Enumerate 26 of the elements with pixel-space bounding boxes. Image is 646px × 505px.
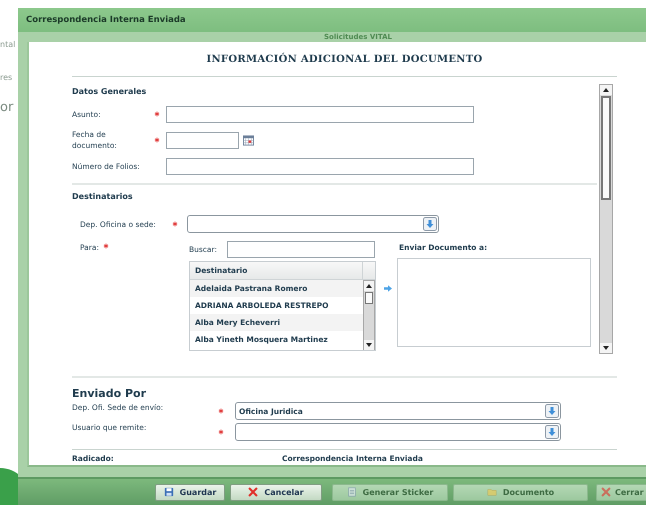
toolbar-button[interactable]: Guardar xyxy=(155,484,225,500)
text-field[interactable] xyxy=(166,158,474,174)
document-icon xyxy=(346,487,357,497)
section-heading: Destinatarios xyxy=(72,191,134,203)
search-field[interactable] xyxy=(227,240,375,258)
background-text: ntal xyxy=(0,40,16,49)
close-icon xyxy=(601,487,611,497)
background-text: or xyxy=(0,100,14,115)
scrollbar[interactable] xyxy=(363,280,375,350)
date-field[interactable] xyxy=(166,132,239,148)
right-arrow-icon[interactable] xyxy=(384,285,392,292)
selected-recipients-list[interactable] xyxy=(397,258,591,347)
section-heading: Datos Generales xyxy=(72,86,148,98)
floppy-icon xyxy=(164,487,174,497)
dialog-title: INFORMACIÓN ADICIONAL DEL DOCUMENTO xyxy=(206,52,484,66)
calendar-icon[interactable] xyxy=(243,134,254,146)
office-dropdown[interactable] xyxy=(187,215,439,233)
background-text: res xyxy=(0,73,12,82)
window-title: Correspondencia Interna Enviada xyxy=(26,15,186,25)
toolbar-button[interactable]: Cancelar xyxy=(230,484,322,500)
section-heading: Enviado Por xyxy=(72,387,148,401)
scrollbar[interactable] xyxy=(599,84,613,354)
folder-icon xyxy=(486,487,497,497)
text-field[interactable] xyxy=(166,106,474,122)
dropdown-field[interactable] xyxy=(235,422,561,440)
close-icon xyxy=(248,487,258,497)
